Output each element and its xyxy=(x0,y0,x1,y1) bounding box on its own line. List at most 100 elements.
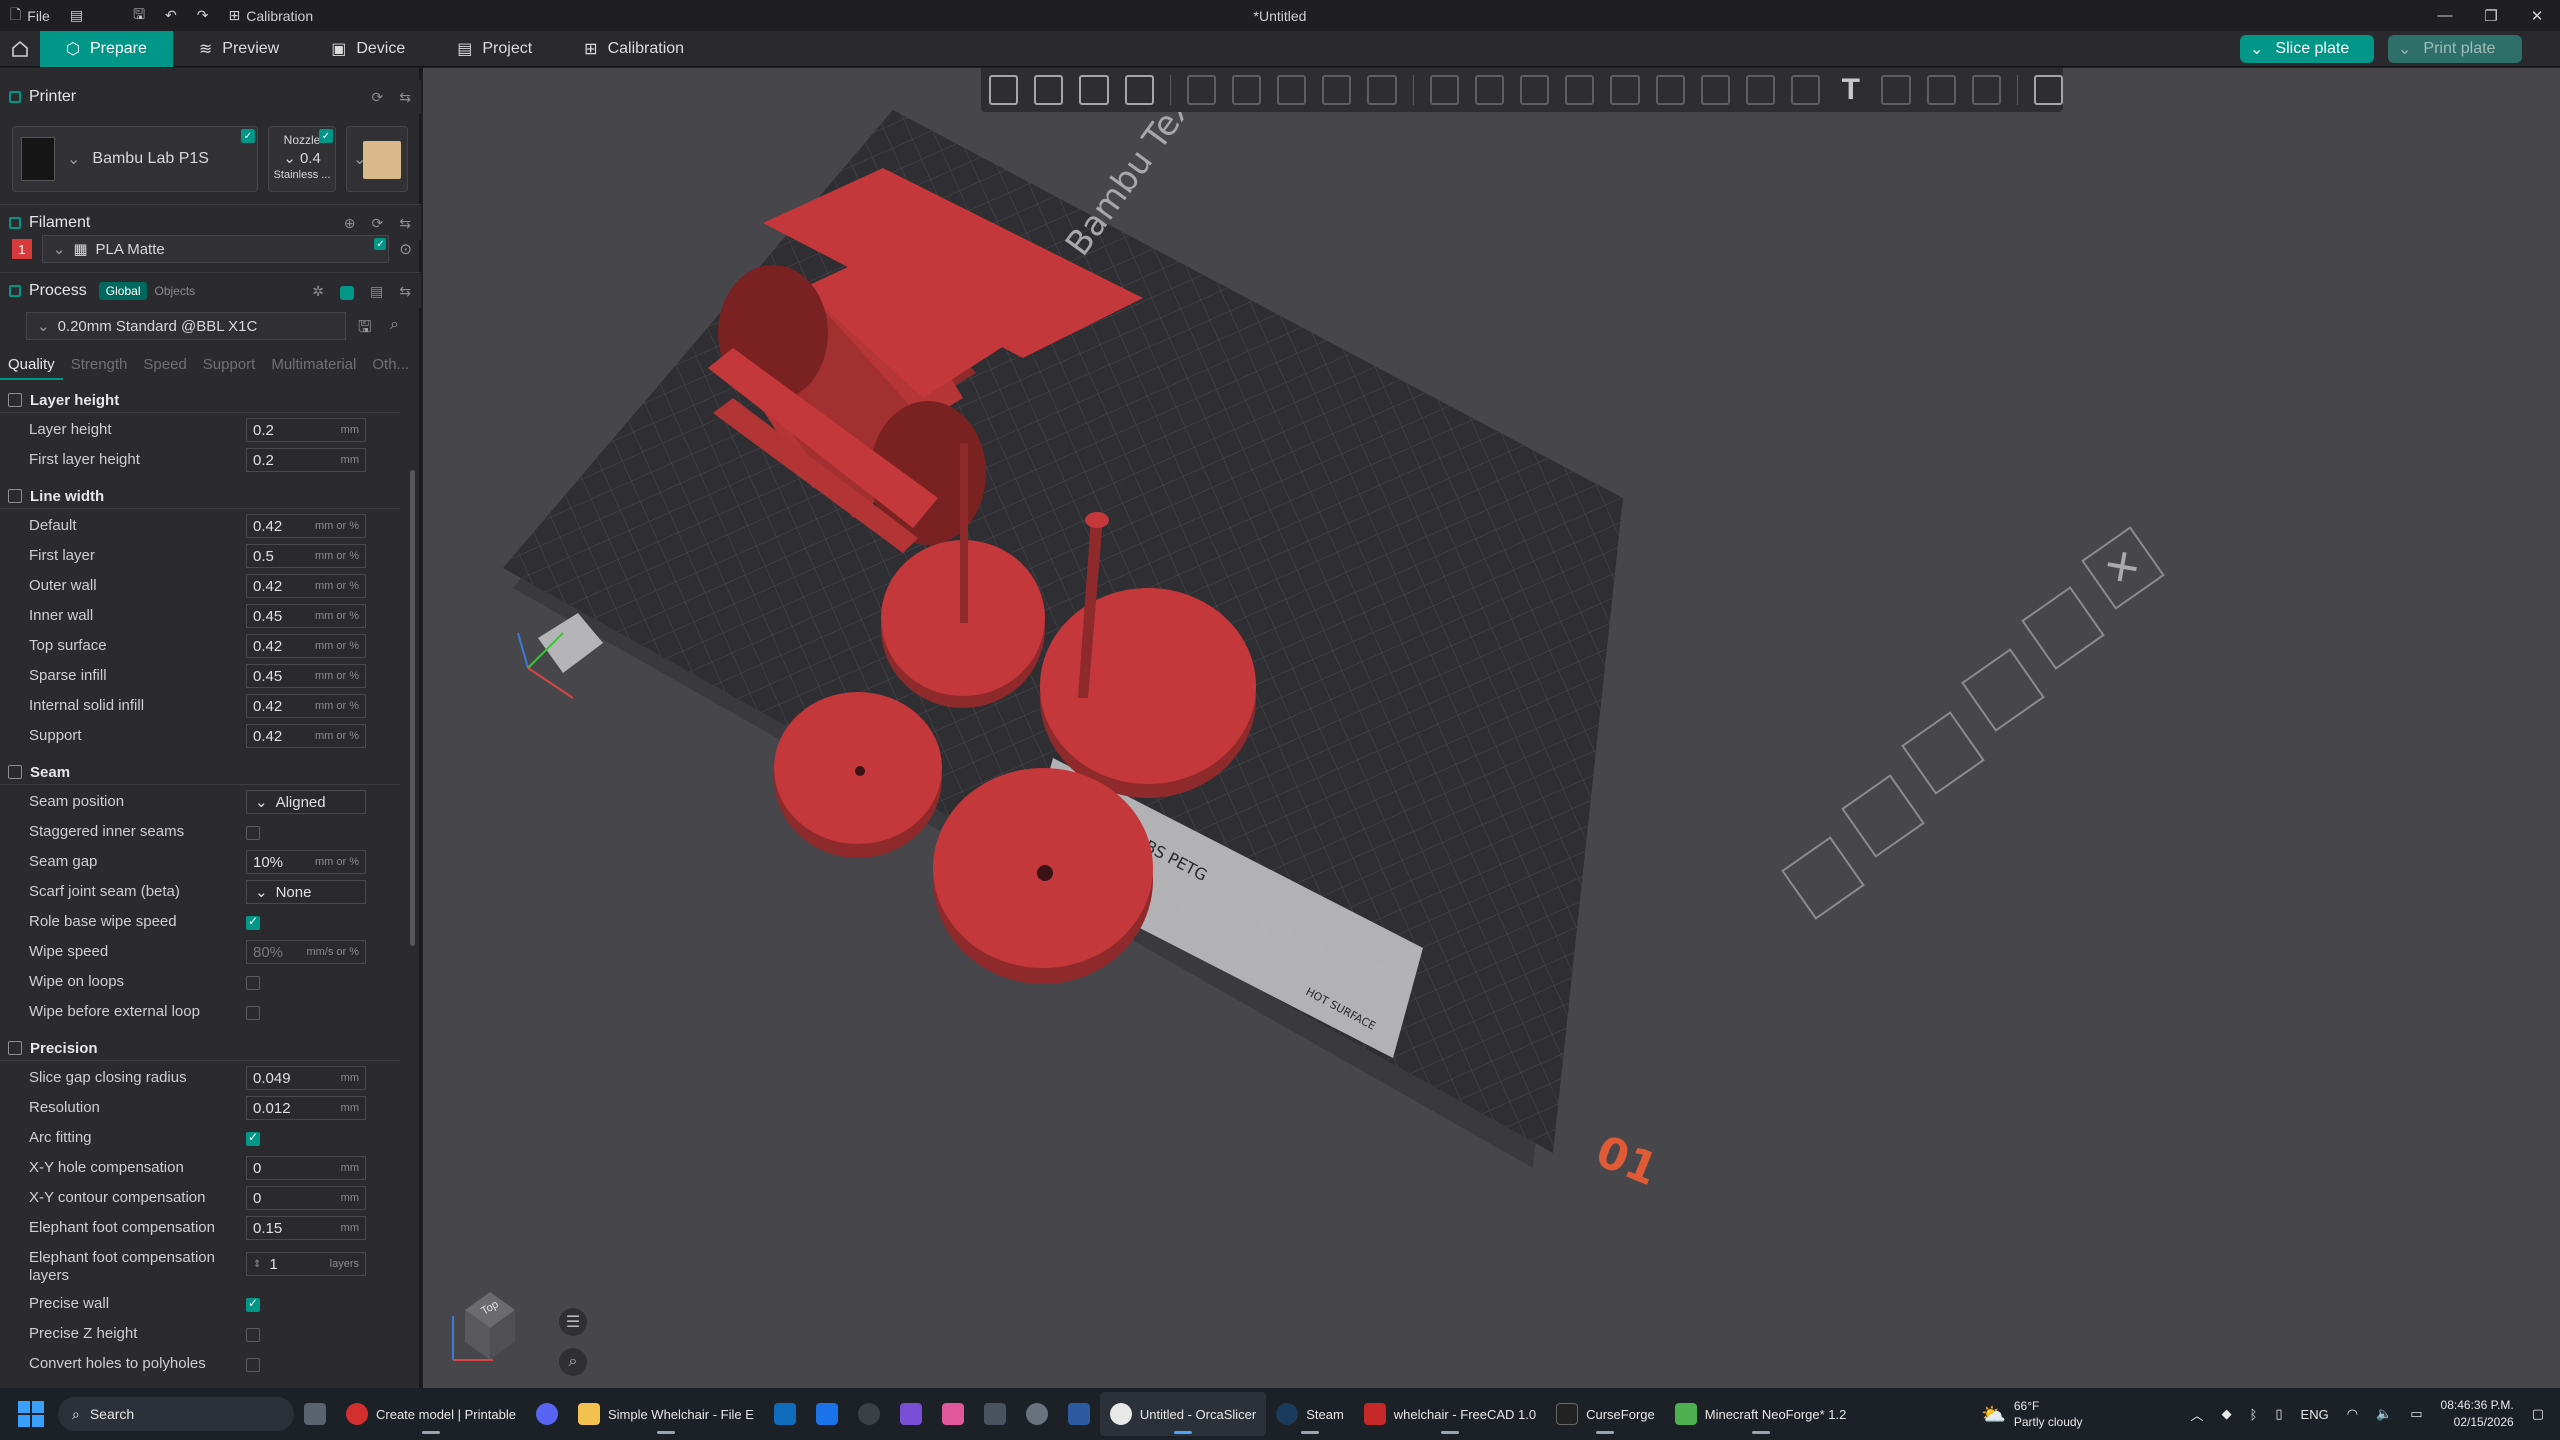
sync-icon[interactable]: ⟳ xyxy=(372,89,384,106)
undo-button[interactable]: ↶ xyxy=(155,0,187,31)
fuzzy-skin-icon[interactable] xyxy=(1791,75,1821,105)
printer-section-header[interactable]: Printer ⟳ ⇆ xyxy=(0,80,421,114)
tab-quality[interactable]: Quality xyxy=(0,350,63,380)
print-plate-button[interactable]: ⌄ Print plate xyxy=(2388,35,2522,63)
process-preset-selector[interactable]: ⌄ 0.20mm Standard @BBL X1C xyxy=(26,312,346,340)
wipe-speed-input[interactable]: 80% mm/s or % xyxy=(246,940,366,964)
printer-selector[interactable]: ⌄ Bambu Lab P1S ✓ xyxy=(12,126,258,192)
split-objects-icon[interactable] xyxy=(1277,75,1307,105)
text-shape-icon[interactable]: T xyxy=(1836,73,1865,106)
menu-icon[interactable]: ☰ xyxy=(559,1308,587,1336)
elephant-foot-input[interactable]: 0.15 mm xyxy=(246,1216,366,1240)
elephant-layers-stepper[interactable]: ⇕ 1 layers xyxy=(246,1252,366,1276)
filament-settings-icon[interactable]: ⇆ xyxy=(399,215,411,232)
resolution-input[interactable]: 0.012 mm xyxy=(246,1096,366,1120)
tab-support[interactable]: Support xyxy=(195,350,264,380)
lw-inner-wall-input[interactable]: 0.45 mm or % xyxy=(246,604,366,628)
taskbar-app-mail[interactable] xyxy=(806,1392,848,1436)
taskbar-app-media[interactable] xyxy=(848,1392,890,1436)
filament-options-icon[interactable]: ⊙ xyxy=(399,240,412,258)
precise-wall-checkbox[interactable] xyxy=(246,1296,260,1312)
taskbar-app-orcaslicer[interactable]: Untitled - OrcaSlicer xyxy=(1099,1392,1267,1436)
taskbar-app-settings[interactable] xyxy=(1016,1392,1058,1436)
save-button[interactable]: 🖫 xyxy=(123,0,155,31)
bluetooth-icon[interactable]: ᛒ xyxy=(2250,1407,2258,1422)
cut-icon[interactable] xyxy=(1610,75,1640,105)
lw-outer-wall-input[interactable]: 0.42 mm or % xyxy=(246,574,366,598)
lw-internal-solid-input[interactable]: 0.42 mm or % xyxy=(246,694,366,718)
wipe-before-ext-checkbox[interactable] xyxy=(246,1006,260,1020)
calibration-menu[interactable]: ⊞ Calibration xyxy=(218,0,323,31)
add-instance-icon[interactable] xyxy=(1186,75,1216,105)
start-button[interactable] xyxy=(18,1401,44,1427)
model-disk-2[interactable] xyxy=(933,768,1153,984)
wipe-on-loops-checkbox[interactable] xyxy=(246,976,260,990)
lw-default-input[interactable]: 0.42 mm or % xyxy=(246,514,366,538)
tab-strength[interactable]: Strength xyxy=(63,350,136,380)
xy-contour-input[interactable]: 0 mm xyxy=(246,1186,366,1210)
arrange-all-icon[interactable] xyxy=(1124,75,1154,105)
process-global-toggle[interactable]: Global xyxy=(98,282,148,300)
compare-icon[interactable]: ▤ xyxy=(370,283,383,300)
view-settings-icon[interactable] xyxy=(2033,75,2064,105)
tab-preview[interactable]: ≋ Preview xyxy=(173,31,305,67)
assembly-icon[interactable] xyxy=(1926,75,1956,105)
seam-gap-input[interactable]: 10% mm or % xyxy=(246,850,366,874)
scale-icon[interactable] xyxy=(1520,75,1550,105)
weather-widget[interactable]: ⛅ 66°F Partly cloudy xyxy=(1981,1398,2083,1430)
dropbox-icon[interactable]: ◆ xyxy=(2222,1406,2232,1422)
usb-icon[interactable]: ▯ xyxy=(2275,1406,2282,1422)
sync-filament-icon[interactable]: ⟳ xyxy=(372,215,384,232)
taskbar-app-minecraft[interactable]: Minecraft NeoForge* 1.2 xyxy=(1665,1392,1857,1436)
taskbar-app-discord[interactable] xyxy=(526,1392,568,1436)
battery-icon[interactable]: ▭ xyxy=(2410,1406,2422,1422)
filament-selector[interactable]: ⌄ ▦ PLA Matte ✓ xyxy=(41,235,390,263)
layers-editing-icon[interactable] xyxy=(1367,75,1397,105)
taskbar-search[interactable]: ⌕ Search xyxy=(58,1397,294,1431)
advanced-toggle[interactable] xyxy=(340,285,355,300)
scarf-joint-select[interactable]: ⌄ None xyxy=(246,880,366,904)
lay-on-face-icon[interactable] xyxy=(1565,75,1595,105)
lw-sparse-infill-input[interactable]: 0.45 mm or % xyxy=(246,664,366,688)
taskbar-app-explorer[interactable]: Simple Whelchair - File E xyxy=(568,1392,764,1436)
tab-calibration[interactable]: ⊞ Calibration xyxy=(558,31,710,67)
support-paint-icon[interactable] xyxy=(1700,75,1730,105)
role-base-wipe-checkbox[interactable] xyxy=(246,914,260,930)
seam-paint-icon[interactable] xyxy=(1745,75,1776,105)
plate-type-selector[interactable]: ⌄ xyxy=(346,126,408,192)
zoom-icon[interactable]: ⌕ xyxy=(559,1348,587,1376)
scene[interactable]: Bambu Textured PEI Plate PLA ABS PETG HO… xyxy=(423,68,2560,1388)
lw-support-input[interactable]: 0.42 mm or % xyxy=(246,724,366,748)
file-menu[interactable]: 🗋 File xyxy=(0,0,60,31)
task-view-button[interactable] xyxy=(294,1392,336,1436)
minimize-button[interactable]: — xyxy=(2422,0,2468,31)
nozzle-selector[interactable]: Nozzle ⌄ 0.4 Stainless ... ✓ xyxy=(268,126,336,192)
taskbar-app-powershell[interactable] xyxy=(1058,1392,1100,1436)
measure-icon[interactable] xyxy=(1881,75,1911,105)
add-plate-icon[interactable] xyxy=(1034,75,1064,105)
rotate-icon[interactable] xyxy=(1474,75,1504,105)
language-indicator[interactable]: ENG xyxy=(2301,1407,2329,1422)
slice-gap-input[interactable]: 0.049 mm xyxy=(246,1066,366,1090)
tab-device[interactable]: ▣ Device xyxy=(305,31,431,67)
search-icon[interactable]: ⌕ xyxy=(390,316,399,334)
auto-orient-icon[interactable] xyxy=(1079,75,1109,105)
view-cube[interactable]: Top xyxy=(445,1280,531,1366)
notes-button[interactable]: ▤ xyxy=(60,0,93,31)
taskbar-app-outlook[interactable] xyxy=(764,1392,806,1436)
remove-instance-icon[interactable] xyxy=(1231,75,1262,105)
taskbar-app-copilot[interactable] xyxy=(932,1392,974,1436)
tab-prepare[interactable]: ⬡ Prepare xyxy=(40,30,173,67)
arc-fitting-checkbox[interactable] xyxy=(246,1130,260,1146)
process-objects-toggle[interactable]: Objects xyxy=(147,282,202,300)
tab-others[interactable]: Oth... xyxy=(364,350,417,380)
first-layer-height-input[interactable]: 0.2 mm xyxy=(246,448,366,472)
model-disk-1[interactable] xyxy=(774,692,942,858)
add-object-icon[interactable] xyxy=(989,75,1019,105)
layer-height-input[interactable]: 0.2 mm xyxy=(246,418,366,442)
home-button[interactable] xyxy=(0,31,40,67)
maximize-button[interactable]: ❐ xyxy=(2468,0,2514,31)
close-button[interactable]: ✕ xyxy=(2514,0,2560,31)
seam-position-select[interactable]: ⌄ Aligned xyxy=(246,790,366,814)
redo-button[interactable]: ↷ xyxy=(187,0,219,31)
